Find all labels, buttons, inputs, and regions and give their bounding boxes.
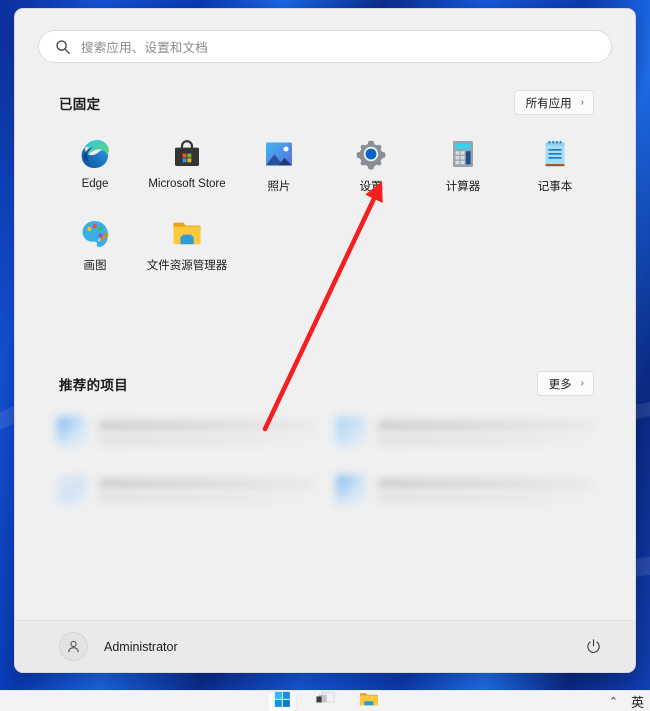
recommended-item-thumbnail <box>336 417 366 447</box>
pinned-app-tile[interactable]: Microsoft Store <box>141 129 233 202</box>
more-button[interactable]: 更多 › <box>536 371 594 396</box>
pinned-app-label: 画图 <box>83 260 107 272</box>
edge-icon <box>79 138 111 170</box>
user-account-bar: Administrator <box>15 620 635 672</box>
recommended-item-text <box>378 420 593 444</box>
file-explorer-icon <box>173 222 201 245</box>
file-explorer-icon <box>359 692 378 705</box>
tray-overflow-chevron-icon[interactable]: ⌃ <box>609 695 618 708</box>
recommended-item-subtitle <box>378 436 593 444</box>
pinned-app-label: 记事本 <box>537 181 573 193</box>
recommended-items-grid <box>15 396 635 512</box>
power-button[interactable] <box>580 634 606 660</box>
start-button[interactable] <box>267 690 297 711</box>
microsoft-store-icon <box>175 140 199 166</box>
recommended-item-thumbnail <box>57 417 87 447</box>
notepad-icon <box>539 138 571 170</box>
user-name: Administrator <box>104 639 178 654</box>
paint-icon <box>79 217 111 249</box>
chevron-right-icon: › <box>580 378 584 389</box>
power-icon <box>586 639 600 653</box>
pinned-app-tile[interactable]: Edge <box>49 129 141 202</box>
search-section: 搜索应用、设置和文档 <box>15 9 635 63</box>
notepad-icon <box>545 140 565 167</box>
recommended-item-thumbnail <box>57 475 87 505</box>
search-input[interactable]: 搜索应用、设置和文档 <box>38 30 612 63</box>
file-explorer-icon <box>171 217 203 249</box>
pinned-apps-grid: Edge Microsoft Store 照片 设置 计算器 记事本 画图 文件… <box>15 115 635 281</box>
paint-icon <box>82 221 109 247</box>
calculator-icon <box>447 138 479 170</box>
microsoft-store-icon <box>171 138 203 170</box>
pinned-app-label: 文件资源管理器 <box>146 260 228 272</box>
recommended-item-title <box>378 420 593 430</box>
pinned-app-label: 计算器 <box>445 181 481 193</box>
pinned-app-tile[interactable]: 文件资源管理器 <box>141 208 233 281</box>
more-label: 更多 <box>548 378 572 391</box>
calculator-icon <box>453 141 473 167</box>
recommended-header: 推荐的项目 更多 › <box>15 371 635 396</box>
recommended-item-subtitle <box>99 494 314 502</box>
edge-icon <box>81 140 109 168</box>
taskbar: ⌃ 英 <box>0 690 650 711</box>
pinned-app-tile[interactable]: 设置 <box>325 129 417 202</box>
photos-icon <box>263 138 295 170</box>
recommended-item[interactable] <box>328 468 601 512</box>
recommended-item[interactable] <box>328 410 601 454</box>
recommended-item-text <box>378 478 593 502</box>
chevron-right-icon: › <box>580 97 584 108</box>
pinned-title: 已固定 <box>59 96 101 112</box>
pinned-app-tile[interactable]: 照片 <box>233 129 325 202</box>
recommended-item-subtitle <box>99 436 314 444</box>
person-icon <box>68 640 79 653</box>
recommended-item-thumbnail <box>336 475 366 505</box>
settings-gear-icon <box>356 140 386 170</box>
recommended-title: 推荐的项目 <box>59 377 128 393</box>
pinned-app-tile[interactable]: 画图 <box>49 208 141 281</box>
pinned-app-label: Microsoft Store <box>148 178 226 190</box>
file-explorer-button[interactable] <box>353 691 383 711</box>
photos-icon <box>266 142 292 166</box>
settings-gear-icon <box>355 138 387 170</box>
pinned-app-label: Edge <box>81 178 109 190</box>
avatar[interactable] <box>59 632 88 661</box>
all-apps-button[interactable]: 所有应用 › <box>513 90 594 115</box>
taskbar-tray: ⌃ 英 <box>609 692 644 711</box>
recommended-item-title <box>99 478 314 488</box>
search-icon <box>55 39 71 55</box>
pinned-header: 已固定 所有应用 › <box>15 90 635 115</box>
windows-logo-icon <box>274 691 290 707</box>
pinned-app-label: 设置 <box>359 181 383 193</box>
recommended-item-text <box>99 478 314 502</box>
taskbar-center-group <box>267 690 383 711</box>
pinned-app-label: 照片 <box>267 181 291 193</box>
start-menu-panel: 搜索应用、设置和文档 已固定 所有应用 › Edge Microsoft Sto… <box>14 8 636 673</box>
all-apps-label: 所有应用 <box>525 97 572 110</box>
pinned-app-tile[interactable]: 计算器 <box>417 129 509 202</box>
task-view-icon <box>315 691 334 702</box>
recommended-item[interactable] <box>49 468 322 512</box>
pinned-app-tile[interactable]: 记事本 <box>509 129 601 202</box>
recommended-item-title <box>378 478 593 488</box>
ime-indicator[interactable]: 英 <box>631 692 644 711</box>
recommended-item-text <box>99 420 314 444</box>
task-view-button[interactable] <box>310 691 340 711</box>
recommended-item-subtitle <box>378 494 593 502</box>
recommended-item-title <box>99 420 314 430</box>
search-placeholder: 搜索应用、设置和文档 <box>81 41 209 55</box>
recommended-item[interactable] <box>49 410 322 454</box>
